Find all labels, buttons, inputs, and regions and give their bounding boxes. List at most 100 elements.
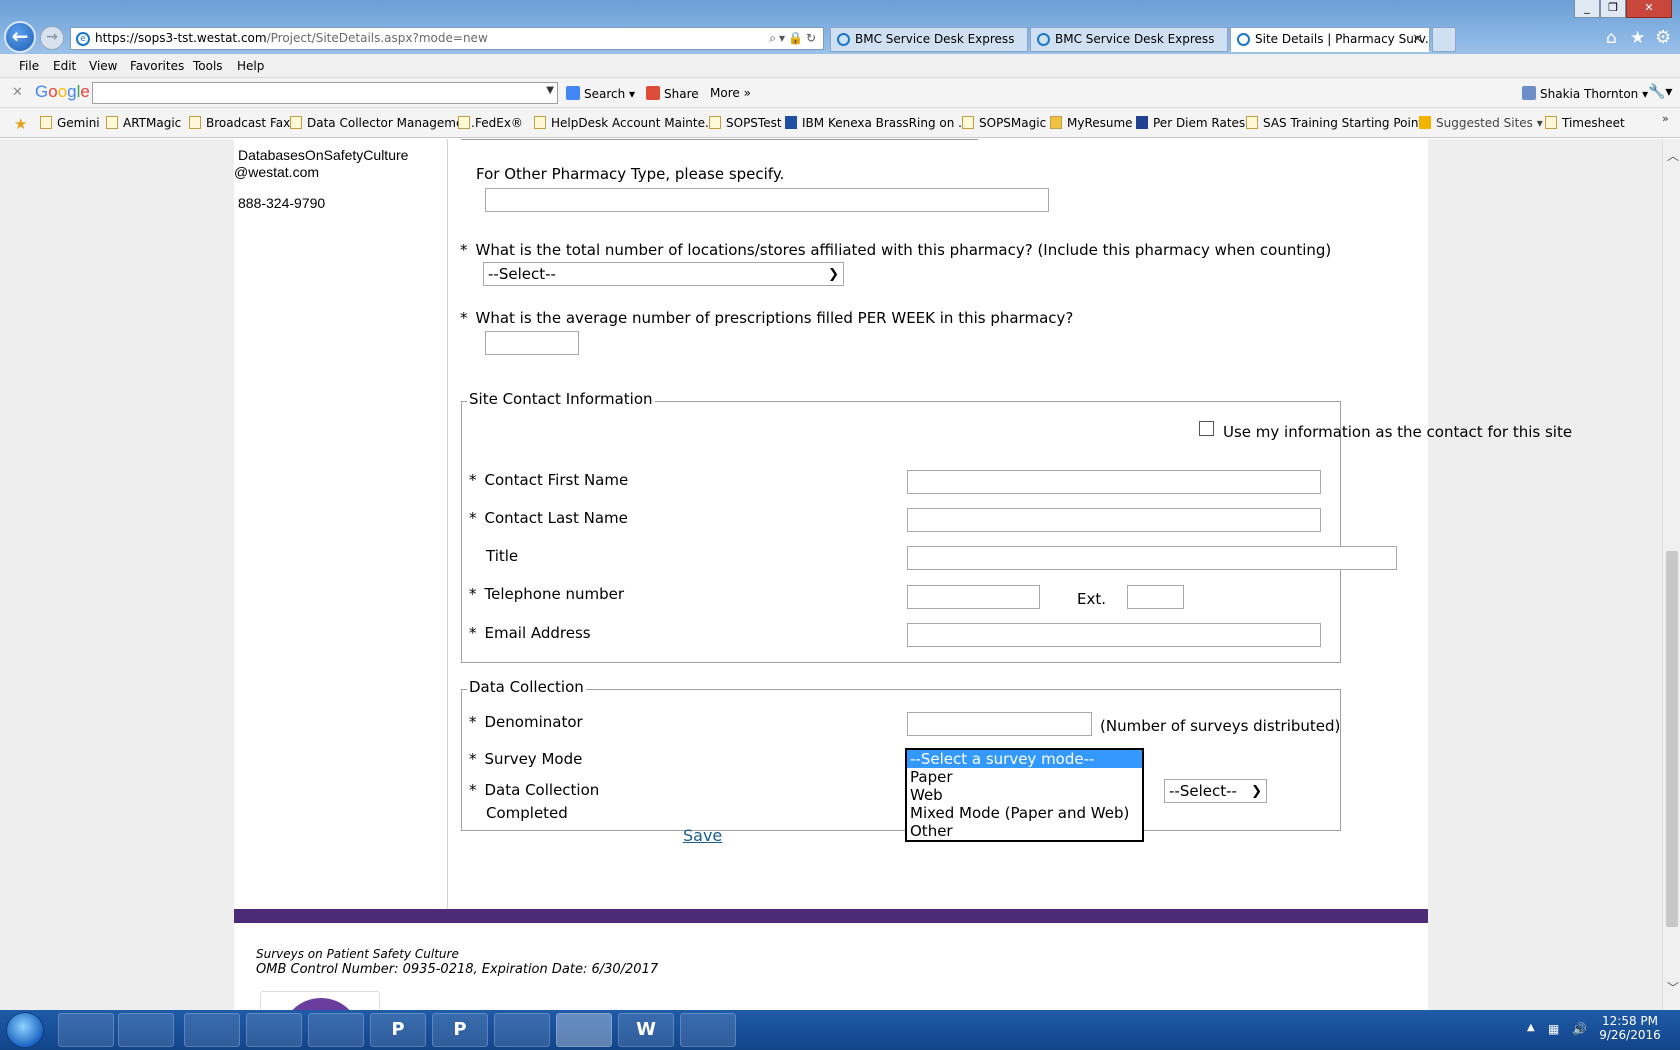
vertical-scrollbar[interactable]: ︿ ﹀ <box>1662 139 1680 1010</box>
share-icon <box>646 86 660 100</box>
data-collection-completed-select[interactable]: --Select-- ❯ <box>1164 779 1267 803</box>
chevron-down-icon[interactable]: ▾ <box>779 31 788 45</box>
tab-bmc-service-desk-2[interactable]: BMC Service Desk Express <box>1030 27 1228 52</box>
wrench-icon[interactable]: 🔧▾ <box>1648 84 1672 100</box>
home-icon[interactable]: ⌂ <box>1606 28 1617 48</box>
outlook-icon[interactable] <box>246 1013 302 1047</box>
system-clock[interactable]: 12:58 PM 9/26/2016 <box>1596 1014 1664 1042</box>
google-icon <box>566 86 580 100</box>
access-icon[interactable] <box>308 1013 364 1047</box>
pandora-icon[interactable]: P <box>432 1013 488 1047</box>
menu-view[interactable]: View <box>89 59 117 73</box>
title-input[interactable] <box>907 546 1397 570</box>
chevron-up-icon[interactable]: ︿ <box>1667 147 1679 164</box>
bookmark-item[interactable]: Suggested Sites ▾ <box>1419 116 1543 130</box>
start-button[interactable] <box>6 1012 44 1048</box>
survey-mode-option[interactable]: --Select a survey mode-- <box>907 750 1142 768</box>
notepad-icon[interactable]: P <box>370 1013 426 1047</box>
google-share-button[interactable]: Share <box>646 86 699 101</box>
contact-email-line2[interactable]: @westat.com <box>234 164 319 180</box>
chevron-down-icon[interactable]: ▼ <box>546 85 554 96</box>
chevron-double-right-icon[interactable]: » <box>1662 112 1669 125</box>
forward-button[interactable]: → <box>40 26 64 50</box>
denominator-input[interactable] <box>907 712 1092 736</box>
add-favorite-star-icon[interactable]: ★ <box>14 115 27 133</box>
last-name-label: * Contact Last Name <box>469 509 628 527</box>
tab-bmc-service-desk-1[interactable]: BMC Service Desk Express <box>830 27 1028 52</box>
internet-explorer-icon[interactable] <box>556 1013 612 1047</box>
star-icon[interactable]: ★ <box>1630 28 1645 48</box>
menu-edit[interactable]: Edit <box>53 59 76 73</box>
locations-select[interactable]: --Select-- ❯ <box>483 262 844 286</box>
google-more-button[interactable]: More » <box>710 86 751 100</box>
survey-mode-option[interactable]: Other <box>907 822 1142 840</box>
prescriptions-input[interactable] <box>485 331 579 355</box>
address-bar-icons[interactable]: ⌕▾🔒↻ <box>769 28 819 49</box>
bookmark-item[interactable]: HelpDesk Account Mainte... <box>534 116 716 130</box>
close-icon[interactable]: ✕ <box>12 85 23 100</box>
back-button[interactable]: ← <box>4 21 36 53</box>
survey-mode-option[interactable]: Web <box>907 786 1142 804</box>
network-icon[interactable]: ▦ <box>1548 1022 1559 1036</box>
bookmark-item[interactable]: MyResume <box>1050 116 1133 130</box>
bookmark-item[interactable]: Timesheet <box>1545 116 1625 130</box>
use-my-info-checkbox[interactable] <box>1199 421 1214 436</box>
file-explorer-icon[interactable] <box>58 1013 114 1047</box>
bookmark-item[interactable]: SOPSMagic <box>962 116 1046 130</box>
menu-file[interactable]: File <box>19 59 39 73</box>
bookmark-item[interactable]: FedEx® <box>458 116 523 130</box>
new-tab-button[interactable] <box>1432 27 1456 52</box>
save-link[interactable]: Save <box>683 826 722 845</box>
gear-icon[interactable]: ⚙ <box>1655 27 1671 48</box>
bookmark-item[interactable]: Gemini <box>40 116 100 130</box>
survey-mode-dropdown-list[interactable]: --Select a survey mode-- Paper Web Mixed… <box>905 748 1144 842</box>
google-user-button[interactable]: Shakia Thornton ▾ <box>1522 86 1648 101</box>
gmail-icon[interactable] <box>494 1013 550 1047</box>
chevron-down-icon[interactable]: ﹀ <box>1667 979 1679 996</box>
close-tab-icon[interactable]: ✕ <box>1412 28 1423 51</box>
survey-mode-option[interactable]: Paper <box>907 768 1142 786</box>
menu-help[interactable]: Help <box>237 59 264 73</box>
bookmark-item[interactable]: ARTMagic <box>106 116 181 130</box>
bookmark-item[interactable]: SAS Training Starting Points <box>1246 116 1429 130</box>
contact-email-line1[interactable]: DatabasesOnSafetyCulture <box>238 147 408 163</box>
chevron-up-icon[interactable]: ▲ <box>1527 1022 1535 1033</box>
bookmark-item[interactable]: Data Collector Manageme... <box>290 116 475 130</box>
word-icon[interactable]: W <box>618 1013 674 1047</box>
search-icon[interactable]: ⌕ <box>769 31 779 45</box>
favorites-bar: ★ Gemini ARTMagic Broadcast Fax Data Col… <box>0 108 1680 138</box>
menu-favorites[interactable]: Favorites <box>130 59 184 73</box>
scrollbar-thumb[interactable] <box>1666 551 1678 927</box>
bookmark-item[interactable]: Per Diem Rates <box>1136 116 1245 130</box>
denominator-label: * Denominator <box>469 713 583 731</box>
lock-icon[interactable]: 🔒 <box>788 31 806 45</box>
minimize-window-button[interactable]: _ <box>1574 0 1600 18</box>
ie-tab-icon <box>1037 33 1050 46</box>
tab-site-details[interactable]: Site Details | Pharmacy Surv... ✕ <box>1230 27 1430 52</box>
paint-icon[interactable] <box>680 1013 736 1047</box>
last-name-input[interactable] <box>907 508 1321 532</box>
speaker-icon[interactable]: 🔊 <box>1572 1022 1587 1036</box>
ext-input[interactable] <box>1127 585 1184 609</box>
ie-tab-icon <box>837 33 850 46</box>
refresh-icon[interactable]: ↻ <box>806 31 819 45</box>
sidebar: DatabasesOnSafetyCulture @westat.com 888… <box>234 139 448 909</box>
close-window-button[interactable]: ✕ <box>1626 0 1672 18</box>
media-player-icon[interactable] <box>118 1013 174 1047</box>
bookmark-item[interactable]: SOPSTest <box>709 116 782 130</box>
sticky-notes-icon[interactable] <box>184 1013 240 1047</box>
required-marker: * <box>469 471 477 489</box>
bookmark-item[interactable]: Broadcast Fax <box>189 116 290 130</box>
other-pharmacy-input[interactable] <box>485 188 1049 212</box>
menu-tools[interactable]: Tools <box>193 59 223 73</box>
telephone-input[interactable] <box>907 585 1040 609</box>
bookmark-item[interactable]: IBM Kenexa BrassRing on ... <box>785 116 970 130</box>
google-search-input[interactable]: ▼ <box>92 82 558 104</box>
address-bar[interactable]: e https://sops3-tst.westat.com/Project/S… <box>70 27 824 50</box>
google-search-label: Search <box>584 87 626 101</box>
first-name-input[interactable] <box>907 470 1321 494</box>
google-search-button[interactable]: Search ▾ <box>566 86 635 101</box>
maximize-window-button[interactable]: ❐ <box>1600 0 1626 18</box>
email-input[interactable] <box>907 623 1321 647</box>
survey-mode-option[interactable]: Mixed Mode (Paper and Web) <box>907 804 1142 822</box>
